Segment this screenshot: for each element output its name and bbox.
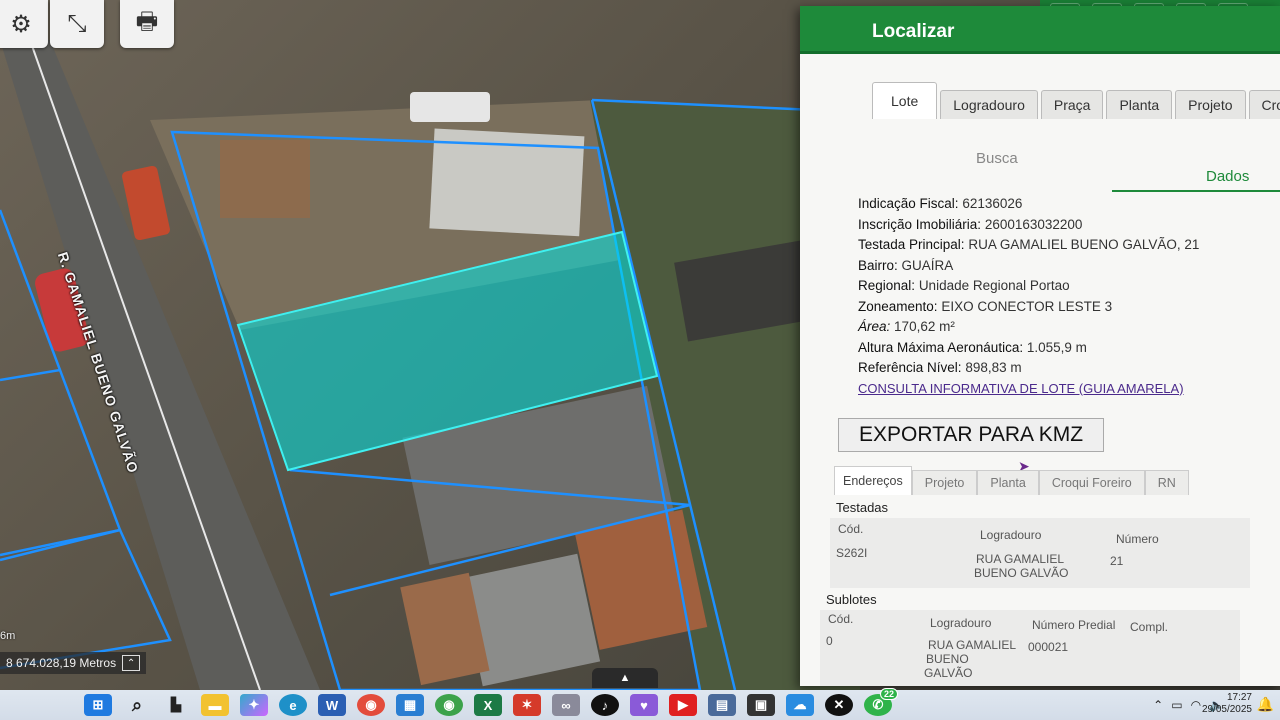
file-explorer-icon[interactable]: ▬: [201, 694, 229, 716]
testadas-cell-logradouro-1: RUA GAMALIEL: [976, 552, 1065, 566]
testadas-title: Testadas: [836, 500, 889, 515]
scale-unit: 6m: [0, 630, 16, 642]
whatsapp-icon[interactable]: ✆ 22: [864, 688, 898, 716]
task-view-icon[interactable]: ▙: [162, 694, 190, 716]
chrome-alt-icon[interactable]: ◉: [435, 694, 463, 716]
app-gray-icon[interactable]: ∞: [552, 694, 580, 716]
sublotes-cell-logradouro-3: GALVÃO: [924, 666, 973, 680]
sublotes-header-logradouro: Logradouro: [930, 616, 992, 630]
sublotes-cell-logradouro-1: RUA GAMALIEL: [928, 638, 1017, 652]
testadas-cell-cod: S262I: [836, 546, 868, 560]
notification-bell-icon[interactable]: 🔔: [1257, 696, 1274, 713]
info-inscricao: Inscrição Imobiliária: 2600163032200: [858, 216, 1083, 232]
triangle-up-icon: ▲: [619, 672, 631, 684]
export-kmz-button[interactable]: EXPORTAR PARA KMZ: [838, 418, 1104, 452]
consulta-informativa-link[interactable]: CONSULTA INFORMATIVA DE LOTE (GUIA AMARE…: [858, 381, 1184, 396]
search-icon[interactable]: ⌕: [123, 694, 151, 716]
tab-praca[interactable]: Praça: [1040, 90, 1104, 119]
whatsapp-badge: 22: [879, 688, 898, 700]
active-subtab-indicator: [1112, 190, 1280, 192]
tiktok-icon[interactable]: ♪: [591, 694, 619, 716]
scale-text: 8 674.028,19 Metros: [6, 656, 117, 670]
info-bairro: Bairro: GUAÍRA: [858, 257, 954, 273]
app-red-icon[interactable]: ✶: [513, 694, 541, 716]
youtube-icon[interactable]: ▶: [669, 694, 697, 716]
sublotes-cell-cod: 0: [826, 634, 833, 648]
chrome-icon[interactable]: ◉: [357, 694, 385, 716]
print-button[interactable]: 🖶: [120, 0, 174, 48]
sublotes-cell-logradouro-2: BUENO: [926, 652, 969, 666]
info-zoneamento: Zoneamento: EIXO CONECTOR LESTE 3: [858, 298, 1113, 314]
tab-projeto-detail[interactable]: Projeto: [911, 470, 978, 495]
tray-chevron-icon[interactable]: ⌃: [1153, 698, 1163, 712]
info-regional: Regional: Unidade Regional Portao: [858, 278, 1070, 294]
tab-enderecos[interactable]: Endereços: [834, 466, 912, 495]
sublotes-title: Sublotes: [826, 592, 877, 607]
sublotes-header-compl: Compl.: [1130, 620, 1169, 634]
wifi-icon[interactable]: ◠: [1191, 698, 1201, 712]
map-settings-button[interactable]: ⚙: [0, 0, 48, 48]
tab-rn[interactable]: RN: [1144, 470, 1189, 495]
panel-title: Localizar: [800, 6, 1280, 54]
edge-icon[interactable]: e: [279, 694, 307, 716]
subtab-dados[interactable]: Dados: [1206, 168, 1249, 185]
x-icon[interactable]: ✕: [825, 694, 853, 716]
clock-time: 17:27: [1226, 692, 1252, 703]
lot-info: Indicação Fiscal: 62136026 Inscrição Imo…: [858, 194, 1258, 399]
scale-bar: 8 674.028,19 Metros ⌃: [0, 652, 147, 674]
tab-croqui[interactable]: Croq: [1248, 90, 1280, 119]
language-icon[interactable]: ▭: [1171, 698, 1182, 712]
tab-croqui-foreiro[interactable]: Croqui Foreiro: [1038, 470, 1145, 495]
sublotes-header-cod: Cód.: [828, 612, 854, 626]
info-referencia: Referência Nível: 898,83 m: [858, 360, 1022, 376]
testadas-header-logradouro: Logradouro: [980, 528, 1042, 542]
testadas-header-numero: Número: [1116, 532, 1159, 546]
collapse-panel-button[interactable]: ▲: [592, 668, 658, 688]
info-area: Área: 170,62 m²: [858, 319, 955, 335]
chevron-up-icon[interactable]: ⌃: [122, 655, 141, 671]
tab-lote[interactable]: Lote: [872, 82, 938, 119]
clock[interactable]: 17:27 29/05/2025: [1202, 692, 1252, 716]
info-testada: Testada Principal: RUA GAMALIEL BUENO GA…: [858, 237, 1200, 253]
info-altura: Altura Máxima Aeronáutica: 1.055,9 m: [858, 339, 1087, 355]
tab-logradouro[interactable]: Logradouro: [940, 90, 1038, 119]
copilot-icon[interactable]: ✦: [240, 694, 268, 716]
info-indicacao-fiscal: Indicação Fiscal: 62136026: [858, 196, 1023, 211]
testadas-header-cod: Cód.: [838, 522, 864, 536]
subtab-busca[interactable]: Busca: [976, 150, 1018, 167]
tab-planta[interactable]: Planta: [1106, 90, 1173, 119]
parked-car-white: [410, 92, 490, 122]
excel-icon[interactable]: X: [474, 694, 502, 716]
calculator-icon[interactable]: ▤: [708, 694, 736, 716]
zoom-feature-button[interactable]: ⤡: [50, 0, 104, 48]
store-icon[interactable]: ▦: [396, 694, 424, 716]
testadas-cell-logradouro-2: BUENO GALVÃO: [974, 566, 1069, 580]
windows-taskbar: ⊞ ⌕ ▙ ▬ ✦ e W ◉ ▦ ◉ X ✶ ∞ ♪ ♥ ▶ ▤ ▣ ☁ ✕ …: [0, 688, 1280, 720]
onedrive-icon[interactable]: ☁: [786, 694, 814, 716]
sub-tabs: Busca Dados: [872, 146, 1280, 192]
start-icon[interactable]: ⊞: [84, 694, 112, 716]
gear-icon: ⚙: [10, 10, 32, 38]
clock-date: 29/05/2025: [1201, 704, 1252, 715]
testadas-cell-numero: 21: [1110, 554, 1124, 568]
app-dark-icon[interactable]: ▣: [747, 694, 775, 716]
main-tabs: Lote Logradouro Praça Planta Projeto Cro…: [872, 82, 1280, 119]
detail-tabs: Endereços Projeto Planta Croqui Foreiro …: [834, 466, 1189, 495]
sublotes-header-numero: Número Predial: [1032, 618, 1116, 632]
roof-brown-small: [220, 140, 310, 218]
sublotes-cell-numero: 000021: [1028, 640, 1069, 654]
printer-icon: 🖶: [135, 7, 159, 35]
tab-projeto[interactable]: Projeto: [1175, 90, 1246, 119]
word-icon[interactable]: W: [318, 694, 346, 716]
localizar-panel: Localizar Lote Logradouro Praça Planta P…: [800, 6, 1280, 686]
brave-icon[interactable]: ♥: [630, 694, 658, 716]
cursor-zoom-icon: ⤡: [67, 10, 87, 37]
tab-planta-detail[interactable]: Planta: [977, 470, 1039, 495]
